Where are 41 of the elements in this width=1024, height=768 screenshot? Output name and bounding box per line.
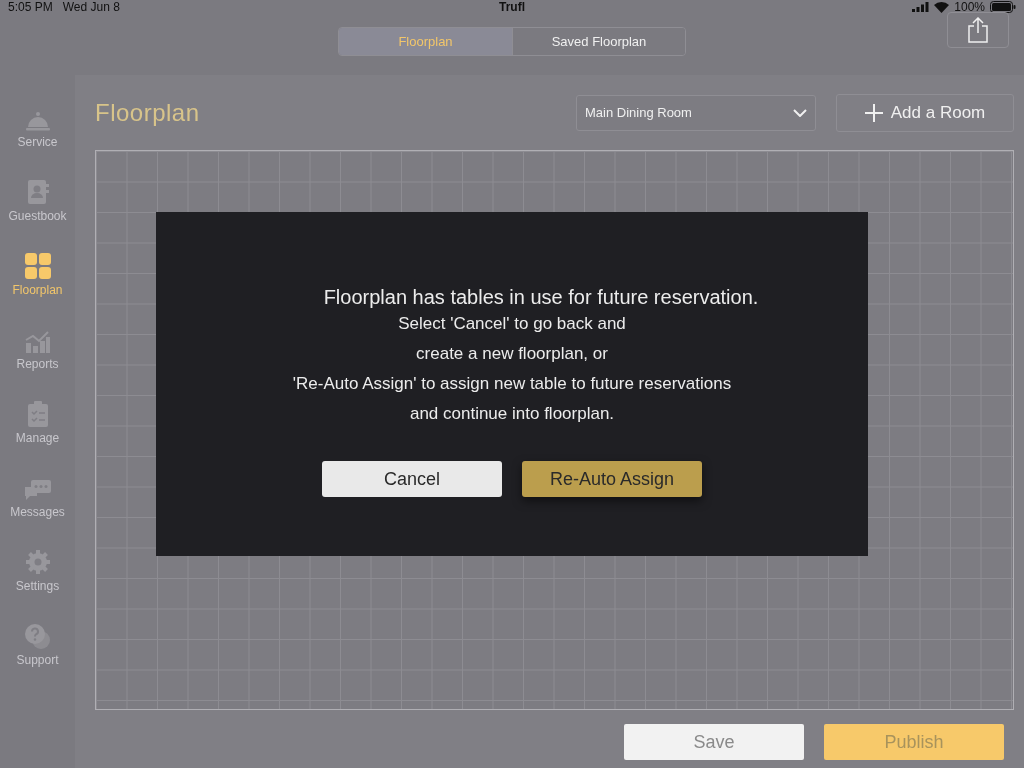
reassign-button[interactable]: Re-Auto Assign xyxy=(522,461,702,497)
segment-tab[interactable]: Saved Floorplan xyxy=(512,28,685,55)
page-title: Floorplan xyxy=(95,98,200,127)
dialog-title: Floorplan has tables in use for future reservation. xyxy=(322,286,759,309)
help-bubbles-icon xyxy=(23,623,52,649)
sidebar-item[interactable]: Guestbook xyxy=(0,177,75,251)
sidebar-item[interactable]: Floorplan xyxy=(0,251,75,325)
wifi-icon xyxy=(934,1,950,13)
settings-icon xyxy=(24,549,51,575)
service-bell-icon xyxy=(24,111,51,131)
room-dropdown[interactable]: Main Dining Room xyxy=(576,94,816,131)
app-name: Trufl xyxy=(499,0,525,14)
save-button[interactable]: Save xyxy=(624,724,804,760)
sidebar-item[interactable]: Settings xyxy=(0,547,75,621)
sidebar-item[interactable]: Service xyxy=(0,103,75,177)
dialog-message-line: create a new floorplan, or xyxy=(416,343,608,365)
sidebar-item[interactable]: Reports xyxy=(0,325,75,399)
address-book-icon xyxy=(25,179,50,205)
sidebar-item[interactable]: Manage xyxy=(0,399,75,473)
dialog-message-line: 'Re-Auto Assign' to assign new table to future reservations xyxy=(292,373,732,395)
status-date: Wed Jun 8 xyxy=(62,0,120,14)
plus-icon xyxy=(864,103,883,122)
battery-percent: 100% xyxy=(954,0,985,14)
cancel-button[interactable]: Cancel xyxy=(322,461,502,497)
chat-bubbles-icon xyxy=(23,479,52,501)
publish-button[interactable]: Publish xyxy=(824,724,1004,760)
share-icon xyxy=(968,17,988,43)
sidebar-item[interactable]: Support xyxy=(0,621,75,695)
add-room-button[interactable]: Add a Room xyxy=(836,93,1014,132)
battery-icon xyxy=(990,1,1016,13)
chevron-down-icon xyxy=(793,108,807,117)
share-button[interactable] xyxy=(947,12,1009,48)
signal-icon xyxy=(912,2,930,12)
dialog-message-line: Select 'Cancel' to go back and xyxy=(398,313,626,335)
sidebar-item[interactable]: Messages xyxy=(0,473,75,547)
bar-chart-icon xyxy=(24,329,51,353)
grid-icon xyxy=(24,253,51,279)
status-time: 5:05 PM xyxy=(8,0,53,14)
clipboard-icon xyxy=(26,401,49,427)
segment-tab[interactable]: Floorplan xyxy=(339,28,512,55)
dialog-message-line: and continue into floorplan. xyxy=(409,403,615,425)
